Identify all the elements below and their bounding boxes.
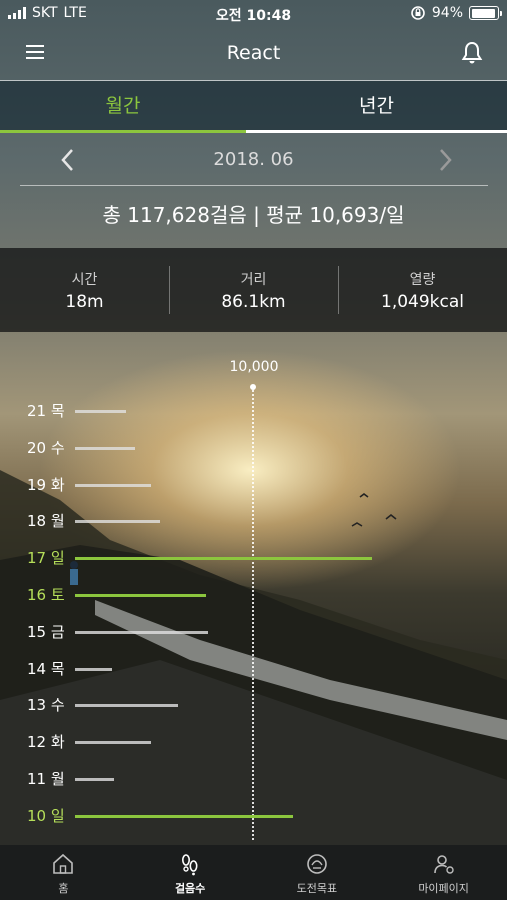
chart-row: 21 목 [0,396,507,426]
nav-label: 마이페이지 [418,882,469,895]
steps-bar [75,778,114,781]
chart-row: 18 월 [0,506,507,536]
day-label: 16 토 [27,586,65,604]
month-navigator: 2018. 06 [0,135,507,185]
day-label: 17 일 [27,549,65,568]
day-label: 12 화 [27,733,65,752]
status-bar: SKT LTE 오전 10:48 94% [0,0,507,28]
chart-row: 16 토 [0,580,507,610]
chart-row: 12 화 [0,727,507,757]
tab-yearly[interactable]: 년간 [246,81,507,133]
stat-calories: 열량 1,049kcal [338,248,507,332]
steps-bar [75,557,372,561]
stat-label: 열량 [409,272,436,288]
steps-bar [75,483,151,487]
nav-label: 홈 [58,882,69,895]
bottom-nav: 홈 걸음수 도전목표 마이페이지 [0,845,507,900]
chart-row: 20 수 [0,433,507,463]
stat-value: 1,049kcal [381,292,464,312]
nav-challenge[interactable]: 도전목표 [254,845,381,900]
period-tabs: 월간 년간 [0,80,507,133]
daily-steps-chart[interactable]: 10,000 21 목 20 수 19 화 18 월 17 일 16 토 15 금 14 목 1… [0,340,507,850]
nav-label: 도전목표 [296,882,338,895]
day-label: 19 화 [27,475,65,494]
day-label: 15 금 [27,622,65,641]
steps-bar [75,594,206,597]
home-icon [53,853,74,874]
stat-value: 18m [65,292,104,312]
day-label: 10 일 [27,806,65,825]
steps-bar [75,667,112,671]
steps-bar [75,410,126,413]
chevron-right-icon[interactable] [435,147,455,173]
battery-icon [469,6,502,20]
steps-bar [75,814,293,818]
stats-panel: 시간 18m 거리 86.1km 열량 1,049kcal [0,248,507,332]
stat-label: 시간 [71,272,98,288]
day-label: 11 월 [27,770,65,788]
steps-bar [75,446,135,450]
app-header: React [0,30,507,78]
page-title: React [226,42,281,64]
steps-summary: 총 117,628걸음 | 평균 10,693/일 [102,203,405,227]
chart-row: 17 일 [0,543,507,573]
chart-row: 11 월 [0,764,507,794]
stat-label: 거리 [240,272,267,288]
nav-label: 걸음수 [174,882,206,895]
day-label: 13 수 [27,696,65,715]
footsteps-icon [182,854,198,876]
nav-steps[interactable]: 걸음수 [127,845,254,900]
day-label: 20 수 [27,438,65,457]
stat-distance: 거리 86.1km [169,248,338,332]
chart-row: 14 목 [0,654,507,684]
divider [20,185,488,186]
steps-bar [75,520,160,524]
user-settings-icon [433,855,454,874]
trophy-icon [307,854,327,874]
current-month: 2018. 06 [213,149,294,170]
day-label: 18 월 [27,512,65,531]
chart-row: 13 수 [0,690,507,720]
bell-icon[interactable] [459,40,485,66]
nav-mypage[interactable]: 마이페이지 [380,845,507,900]
chart-row: 19 화 [0,470,507,500]
rotation-lock-icon [411,6,425,20]
stat-time: 시간 18m [0,248,169,332]
chart-row: 15 금 [0,617,507,647]
battery-percent: 94% [431,5,463,21]
tab-monthly[interactable]: 월간 [0,81,246,133]
stat-value: 86.1km [221,292,286,312]
chart-row: 10 일 [0,801,507,831]
steps-bar [75,741,151,745]
nav-home[interactable]: 홈 [0,845,127,900]
steps-bar [75,704,178,708]
day-label: 21 목 [27,402,65,420]
steps-bar [75,630,208,634]
day-label: 14 목 [27,659,65,678]
goal-label: 10,000 [229,359,279,375]
